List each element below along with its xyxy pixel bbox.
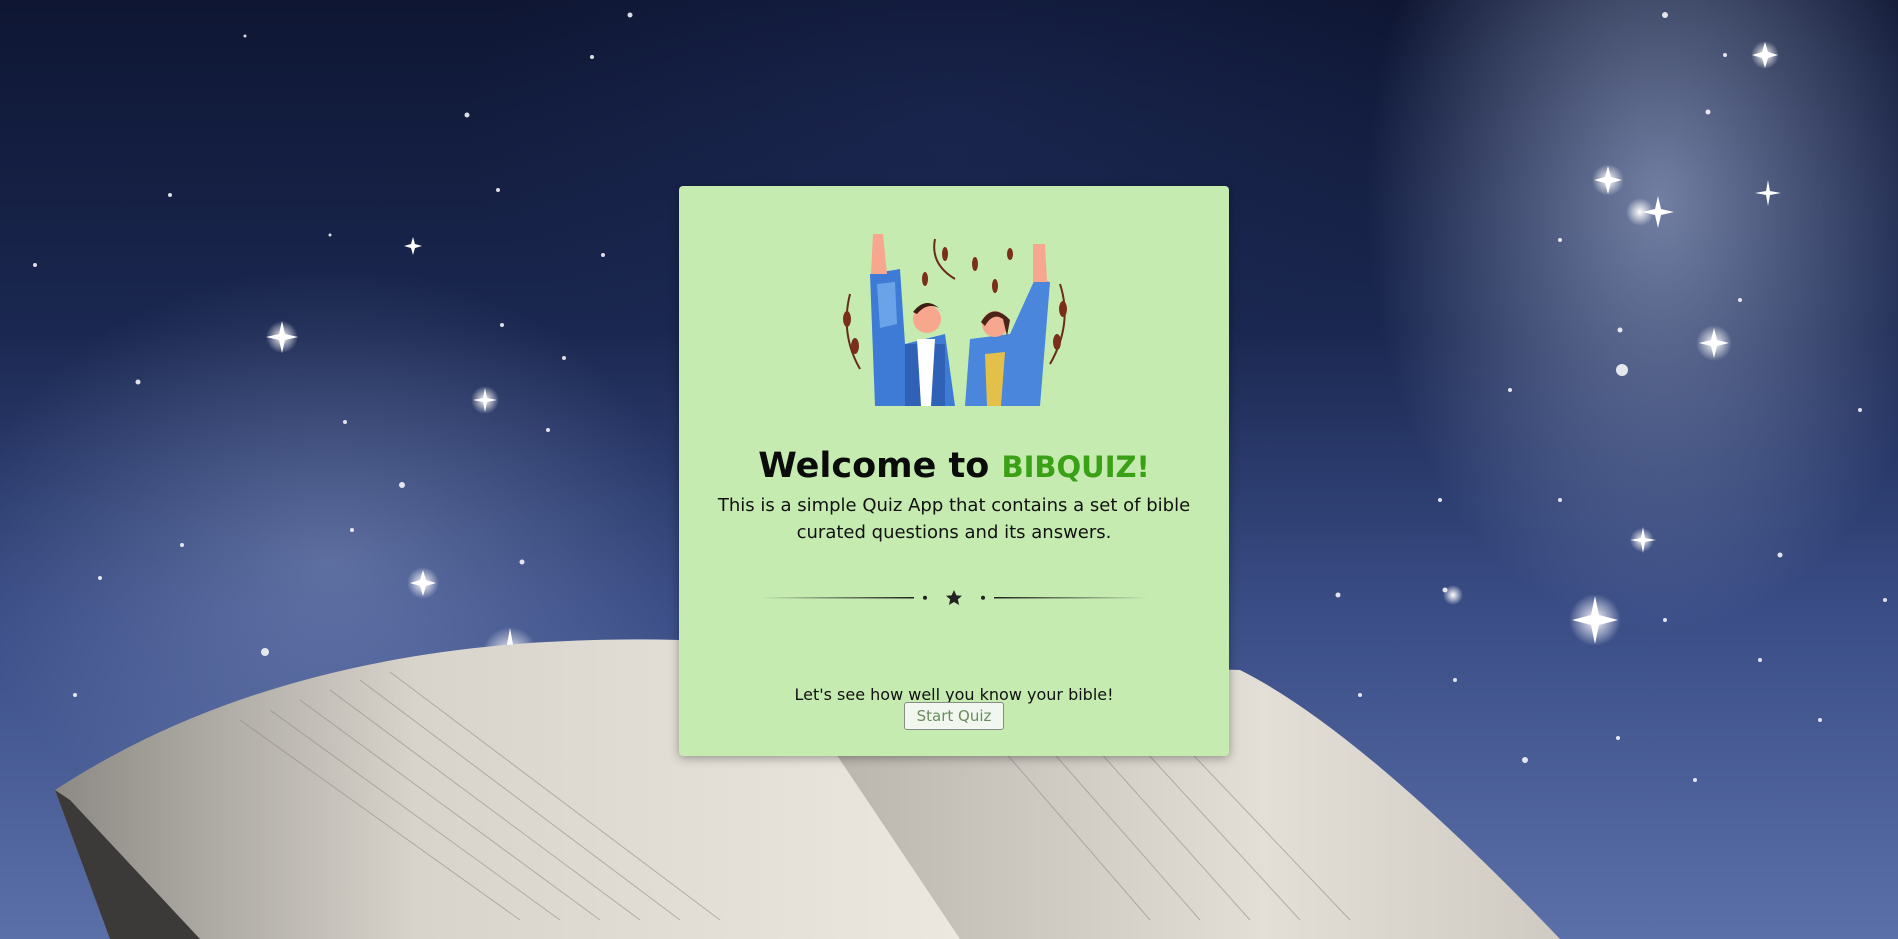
welcome-prefix: Welcome to: [758, 446, 1002, 487]
star-divider-icon: [759, 590, 1149, 605]
welcome-heading: Welcome to BIBQUIZ!: [679, 445, 1229, 488]
celebrating-people-illustration: [843, 234, 1067, 406]
page-background: Welcome to BIBQUIZ! This is a simple Qui…: [0, 0, 1898, 939]
welcome-card: Welcome to BIBQUIZ! This is a simple Qui…: [679, 186, 1229, 756]
brand-name: BIBQUIZ!: [1001, 450, 1150, 485]
app-description: This is a simple Quiz App that contains …: [717, 495, 1191, 543]
start-quiz-button[interactable]: Start Quiz: [904, 702, 1004, 730]
